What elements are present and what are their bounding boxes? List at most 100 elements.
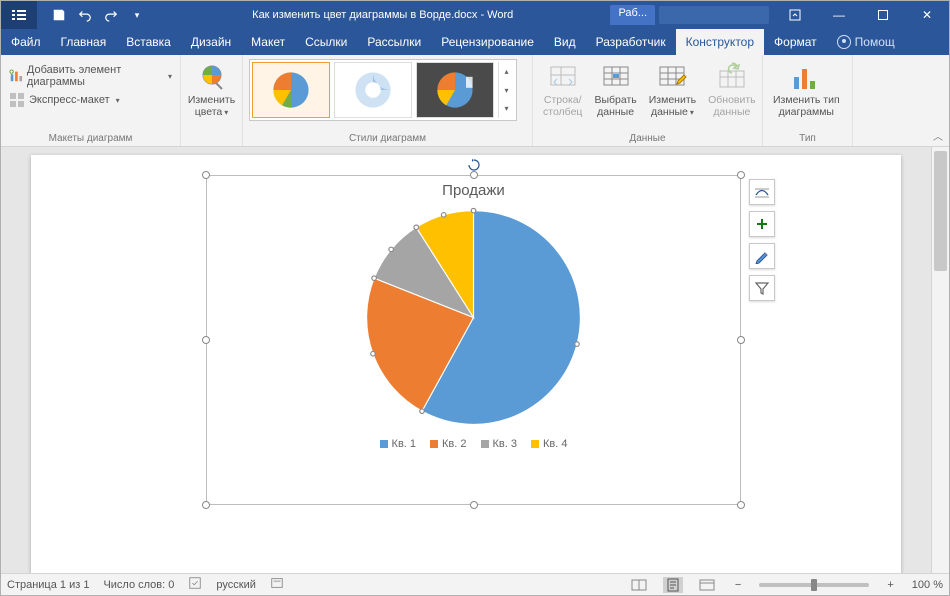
- quick-layout-button[interactable]: Экспресс-макет▾: [7, 91, 174, 109]
- pie-chart[interactable]: [361, 205, 586, 430]
- tab-view[interactable]: Вид: [544, 29, 586, 55]
- tab-insert[interactable]: Вставка: [116, 29, 181, 55]
- chart-style-1[interactable]: [252, 62, 330, 118]
- refresh-data-icon: [716, 61, 748, 93]
- scrollbar-thumb[interactable]: [934, 151, 947, 271]
- collapse-ribbon-button[interactable]: ︿: [933, 128, 943, 143]
- tab-home[interactable]: Главная: [51, 29, 117, 55]
- resize-handle[interactable]: [737, 171, 745, 179]
- chart-style-2[interactable]: [334, 62, 412, 118]
- group-label-layouts: Макеты диаграмм: [7, 131, 174, 144]
- chart-elements-button[interactable]: [749, 211, 775, 237]
- chevron-down-icon: ▾: [168, 72, 172, 81]
- zoom-level[interactable]: 100 %: [912, 579, 943, 591]
- switch-row-col-button: Строка/ столбец: [539, 59, 586, 120]
- tab-format[interactable]: Формат: [764, 29, 827, 55]
- ribbon-wrap: Добавить элемент диаграммы▾ Экспресс-мак…: [1, 55, 949, 147]
- change-colors-icon: [196, 61, 228, 93]
- change-chart-type-button[interactable]: Изменить тип диаграммы: [769, 59, 844, 120]
- add-chart-element-button[interactable]: Добавить элемент диаграммы▾: [7, 63, 174, 89]
- resize-handle[interactable]: [202, 501, 210, 509]
- quick-layout-icon: [9, 92, 25, 108]
- group-spacer: [187, 131, 236, 144]
- tab-mailings[interactable]: Рассылки: [357, 29, 431, 55]
- word-count[interactable]: Число слов: 0: [103, 579, 174, 591]
- macro-indicator-icon[interactable]: [270, 576, 284, 593]
- page: Продажи Кв. 1 Кв. 2 Кв. 3 Кв. 4: [31, 155, 901, 573]
- chevron-down-icon: ▾: [116, 96, 120, 105]
- gallery-more[interactable]: ▾: [499, 99, 514, 118]
- tab-review[interactable]: Рецензирование: [431, 29, 544, 55]
- select-data-label: Выбрать данные: [594, 95, 636, 118]
- legend-item[interactable]: Кв. 1: [380, 438, 416, 450]
- gallery-down[interactable]: ▾: [499, 81, 514, 100]
- chart-style-3[interactable]: [416, 62, 494, 118]
- save-button[interactable]: [47, 3, 71, 27]
- redo-button[interactable]: [99, 3, 123, 27]
- ribbon: Добавить элемент диаграммы▾ Экспресс-мак…: [1, 55, 949, 147]
- status-bar: Страница 1 из 1 Число слов: 0 русский − …: [1, 573, 949, 595]
- zoom-slider-thumb[interactable]: [811, 579, 817, 591]
- language-indicator[interactable]: русский: [216, 579, 255, 591]
- view-web-layout[interactable]: [697, 577, 717, 593]
- legend-item[interactable]: Кв. 4: [531, 438, 567, 450]
- tell-me-search[interactable]: Помощ: [827, 29, 905, 55]
- zoom-in-button[interactable]: +: [883, 579, 897, 591]
- tab-file[interactable]: Файл: [1, 29, 51, 55]
- legend-swatch: [531, 440, 539, 448]
- tab-developer[interactable]: Разработчик: [586, 29, 676, 55]
- resize-handle[interactable]: [202, 336, 210, 344]
- chart-filters-button[interactable]: [749, 275, 775, 301]
- document-scroll[interactable]: Продажи Кв. 1 Кв. 2 Кв. 3 Кв. 4: [1, 147, 931, 573]
- legend-item[interactable]: Кв. 3: [481, 438, 517, 450]
- add-element-icon: [9, 68, 23, 84]
- close-button[interactable]: ✕: [905, 1, 949, 29]
- refresh-data-button: Обновить данные: [704, 59, 760, 120]
- change-type-label: Изменить тип диаграммы: [773, 95, 840, 118]
- gallery-up[interactable]: ▴: [499, 62, 514, 81]
- qat-customize[interactable]: ▾: [125, 3, 149, 27]
- select-data-button[interactable]: Выбрать данные: [590, 59, 640, 120]
- vertical-scrollbar[interactable]: [931, 147, 949, 573]
- chart-legend[interactable]: Кв. 1 Кв. 2 Кв. 3 Кв. 4: [207, 430, 740, 450]
- edit-data-button[interactable]: Изменить данные▾: [645, 59, 700, 120]
- rotate-handle[interactable]: [468, 158, 480, 170]
- legend-item[interactable]: Кв. 2: [430, 438, 466, 450]
- minimize-button[interactable]: —: [817, 1, 861, 29]
- view-print-layout[interactable]: [663, 577, 683, 593]
- layout-options-button[interactable]: [749, 179, 775, 205]
- tab-references[interactable]: Ссылки: [295, 29, 357, 55]
- view-read-mode[interactable]: [629, 577, 649, 593]
- tab-design[interactable]: Дизайн: [181, 29, 241, 55]
- group-chart-layouts: Добавить элемент диаграммы▾ Экспресс-мак…: [1, 55, 181, 146]
- bulb-icon: [837, 35, 851, 49]
- refresh-data-label: Обновить данные: [708, 95, 756, 118]
- spellcheck-icon[interactable]: [188, 576, 202, 593]
- page-indicator[interactable]: Страница 1 из 1: [7, 579, 89, 591]
- ribbon-tabs: Файл Главная Вставка Дизайн Макет Ссылки…: [1, 29, 949, 55]
- zoom-out-button[interactable]: −: [731, 579, 745, 591]
- resize-handle[interactable]: [470, 171, 478, 179]
- group-change-colors: Изменить цвета▾: [181, 55, 243, 146]
- pie-plot-area[interactable]: [207, 199, 740, 430]
- gallery-nav: ▴ ▾ ▾: [498, 62, 514, 118]
- edit-data-icon: [656, 61, 688, 93]
- chart-title[interactable]: Продажи: [207, 176, 740, 199]
- group-type: Изменить тип диаграммы Тип: [763, 55, 853, 146]
- undo-button[interactable]: [73, 3, 97, 27]
- ribbon-display-options[interactable]: [773, 1, 817, 29]
- contextual-tab-area: Раб...: [610, 5, 773, 25]
- chart-object[interactable]: Продажи Кв. 1 Кв. 2 Кв. 3 Кв. 4: [206, 175, 741, 505]
- zoom-slider[interactable]: [759, 583, 869, 587]
- resize-handle[interactable]: [202, 171, 210, 179]
- maximize-button[interactable]: [861, 1, 905, 29]
- tab-layout[interactable]: Макет: [241, 29, 295, 55]
- quick-access-toolbar: ▾: [41, 3, 155, 27]
- chart-styles-button[interactable]: [749, 243, 775, 269]
- resize-handle[interactable]: [470, 501, 478, 509]
- resize-handle[interactable]: [737, 336, 745, 344]
- change-colors-button[interactable]: Изменить цвета▾: [187, 59, 236, 120]
- resize-handle[interactable]: [737, 501, 745, 509]
- app-icon[interactable]: [1, 1, 37, 29]
- tab-constructor[interactable]: Конструктор: [676, 29, 764, 55]
